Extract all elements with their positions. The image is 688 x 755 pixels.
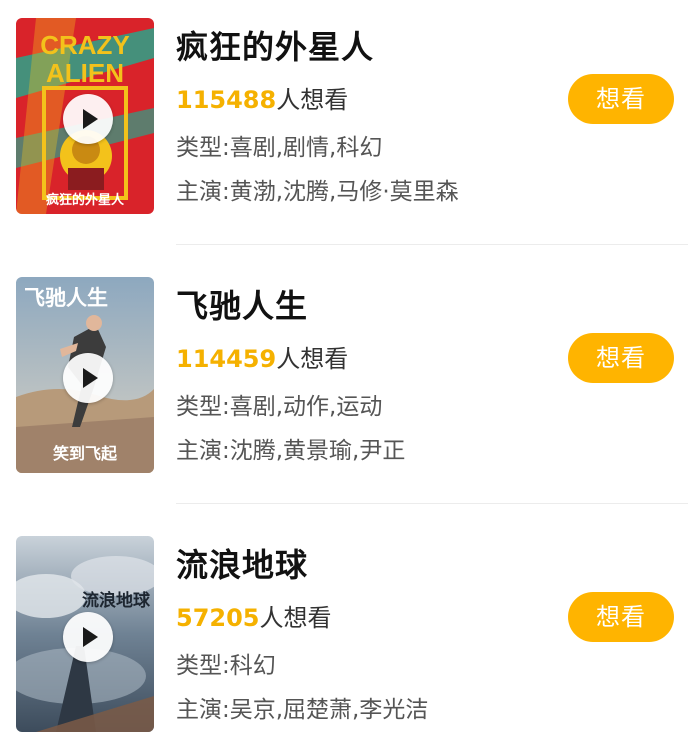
want-to-see-button[interactable]: 想看 [568,333,674,383]
poster-caption: 笑到飞起 [53,444,118,463]
movie-item-pegasus[interactable]: 飞驰人生 笑到飞起 飞驰人生 114459人想看 类型:喜剧,动作,运动 主演:… [0,269,688,504]
divider [176,503,688,504]
poster-text: 流浪地球 [82,590,151,611]
want-count-number: 57205 [176,604,260,632]
movie-genre: 类型:喜剧,剧情,科幻 [176,135,383,161]
movie-poster[interactable]: 流浪地球 [16,536,154,732]
movie-poster[interactable]: CRAZY ALIEN 疯狂的外星人 [16,18,154,214]
want-count-suffix: 人想看 [259,604,332,632]
movie-genre: 类型:喜剧,动作,运动 [176,394,383,420]
movie-cast: 主演:黄渤,沈腾,马修·莫里森 [176,179,459,205]
play-button[interactable] [63,94,113,144]
movie-cast: 主演:吴京,屈楚萧,李光洁 [176,697,429,723]
play-icon [83,368,98,388]
want-count-suffix: 人想看 [276,86,349,114]
movie-cast: 主演:沈腾,黄景瑜,尹正 [176,438,406,464]
movie-title[interactable]: 疯狂的外星人 [176,22,374,68]
movie-list: CRAZY ALIEN 疯狂的外星人 疯狂的外星人 115488人想看 类型:喜… [0,0,688,755]
poster-text: CRAZY [40,30,130,60]
play-button[interactable] [63,612,113,662]
want-to-see-button[interactable]: 想看 [568,592,674,642]
movie-title[interactable]: 流浪地球 [176,540,308,586]
play-icon [83,627,98,647]
poster-text: 飞驰人生 [24,285,108,310]
divider [176,244,688,245]
movie-item-wandering-earth[interactable]: 流浪地球 流浪地球 57205人想看 类型:科幻 主演:吴京,屈楚萧,李光洁 想… [0,528,688,753]
movie-genre: 类型:科幻 [176,653,276,679]
movie-item-crazy-alien[interactable]: CRAZY ALIEN 疯狂的外星人 疯狂的外星人 115488人想看 类型:喜… [0,10,688,245]
poster-text: ALIEN [46,58,124,88]
want-to-see-count: 115488人想看 [176,80,348,115]
movie-title[interactable]: 飞驰人生 [176,281,308,327]
play-icon [83,109,98,129]
want-count-suffix: 人想看 [276,345,349,373]
want-count-number: 115488 [176,86,277,114]
want-to-see-count: 114459人想看 [176,339,348,374]
poster-caption: 疯狂的外星人 [46,192,125,208]
want-count-number: 114459 [176,345,277,373]
want-to-see-button[interactable]: 想看 [568,74,674,124]
movie-poster[interactable]: 飞驰人生 笑到飞起 [16,277,154,473]
want-to-see-count: 57205人想看 [176,598,332,633]
play-button[interactable] [63,353,113,403]
